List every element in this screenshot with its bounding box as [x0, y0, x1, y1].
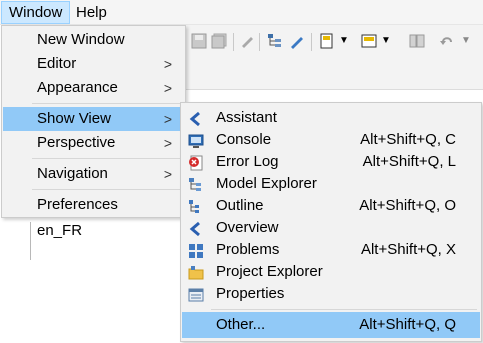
edit-icon[interactable]	[239, 33, 255, 49]
submenu-item-project-explorer[interactable]: Project Explorer	[182, 261, 480, 283]
assistant-icon	[189, 111, 200, 127]
submenu-item-label: Model Explorer	[216, 175, 317, 192]
model-explorer-icon	[189, 178, 201, 191]
console-icon	[188, 134, 204, 148]
submenu-item-model-explorer[interactable]: Model Explorer	[182, 173, 480, 195]
toolbar-separator	[233, 33, 234, 51]
submenu-item-shortcut: Alt+Shift+Q, X	[360, 241, 456, 258]
dropdown-arrow-icon[interactable]: ▼	[381, 35, 391, 46]
project-explorer-icon	[188, 266, 204, 280]
menu-separator	[32, 103, 182, 104]
submenu-item-shortcut: Alt+Shift+Q, L	[362, 153, 456, 170]
save-icon[interactable]	[191, 33, 207, 49]
show-view-submenu: Assistant Console Alt+Shift+Q, C Error L…	[180, 102, 482, 342]
menu-bar: Window Help	[0, 0, 483, 25]
menu-item-perspective[interactable]: Perspective >	[3, 131, 184, 155]
submenu-item-shortcut: Alt+Shift+Q, O	[359, 197, 456, 214]
menu-item-show-view[interactable]: Show View >	[3, 107, 184, 131]
submenu-item-error-log[interactable]: Error Log Alt+Shift+Q, L	[182, 151, 480, 173]
toolbar: ▼ ▼ ▼	[185, 25, 483, 90]
toolbar-separator	[311, 33, 312, 51]
submenu-item-label: Properties	[216, 285, 285, 302]
new-file-icon[interactable]	[319, 33, 335, 49]
submenu-item-other[interactable]: Other... Alt+Shift+Q, Q	[182, 312, 480, 338]
outline-icon	[189, 200, 199, 213]
properties-icon	[188, 288, 204, 302]
submenu-item-shortcut: Alt+Shift+Q, C	[360, 131, 456, 148]
chevron-right-icon: >	[163, 135, 172, 151]
pen-icon[interactable]	[289, 33, 305, 49]
submenu-item-label: Problems	[216, 241, 280, 258]
submenu-item-label: Project Explorer	[216, 263, 323, 280]
menu-item-label: Appearance	[37, 79, 118, 96]
submenu-item-outline[interactable]: Outline Alt+Shift+Q, O	[182, 195, 480, 217]
editor-text: en_FR	[37, 222, 83, 239]
submenu-item-console[interactable]: Console Alt+Shift+Q, C	[182, 129, 480, 151]
undo-icon[interactable]	[439, 33, 455, 49]
open-icon[interactable]	[361, 33, 377, 49]
submenu-item-label: Console	[216, 131, 272, 148]
dropdown-arrow-icon[interactable]: ▼	[461, 35, 471, 46]
submenu-item-shortcut: Alt+Shift+Q, Q	[359, 316, 456, 333]
menu-item-appearance[interactable]: Appearance >	[3, 76, 184, 100]
menu-separator	[32, 189, 182, 190]
submenu-item-label: Overview	[216, 219, 279, 236]
problems-icon	[189, 244, 203, 258]
submenu-item-properties[interactable]: Properties	[182, 283, 480, 305]
menu-window[interactable]: Window	[1, 1, 71, 24]
hierarchy-icon[interactable]	[267, 33, 283, 49]
submenu-item-problems[interactable]: Problems Alt+Shift+Q, X	[182, 239, 480, 261]
submenu-item-overview[interactable]: Overview	[182, 217, 480, 239]
chevron-right-icon: >	[163, 166, 172, 182]
submenu-item-assistant[interactable]: Assistant	[182, 107, 480, 129]
chevron-right-icon: >	[163, 80, 172, 96]
menu-item-navigation[interactable]: Navigation >	[3, 162, 184, 186]
menu-item-label: Perspective	[37, 134, 116, 151]
layout-icon[interactable]	[409, 33, 425, 49]
overview-icon	[189, 221, 200, 237]
save-all-icon[interactable]	[211, 33, 227, 49]
menu-item-label: New Window	[37, 31, 125, 48]
submenu-separator	[211, 309, 477, 310]
editor-ruler	[30, 222, 31, 260]
menu-item-editor[interactable]: Editor >	[3, 52, 184, 76]
submenu-item-label: Outline	[216, 197, 264, 214]
toolbar-separator	[259, 33, 260, 51]
dropdown-arrow-icon[interactable]: ▼	[339, 35, 349, 46]
menu-item-preferences[interactable]: Preferences	[3, 193, 184, 217]
menu-separator	[32, 158, 182, 159]
chevron-right-icon: >	[163, 56, 172, 72]
menu-item-label: Show View	[37, 110, 111, 127]
error-log-icon	[189, 155, 203, 171]
chevron-right-icon: >	[163, 111, 172, 127]
menu-item-new-window[interactable]: New Window	[3, 28, 184, 52]
menu-item-label: Preferences	[37, 196, 118, 213]
menu-help[interactable]: Help	[69, 1, 114, 24]
submenu-item-label: Error Log	[216, 153, 279, 170]
window-menu: New Window Editor > Appearance > Show Vi…	[1, 25, 186, 218]
submenu-item-label: Assistant	[216, 109, 277, 126]
menu-item-label: Editor	[37, 55, 77, 72]
menu-item-label: Navigation	[37, 165, 108, 182]
submenu-item-label: Other...	[216, 316, 266, 333]
